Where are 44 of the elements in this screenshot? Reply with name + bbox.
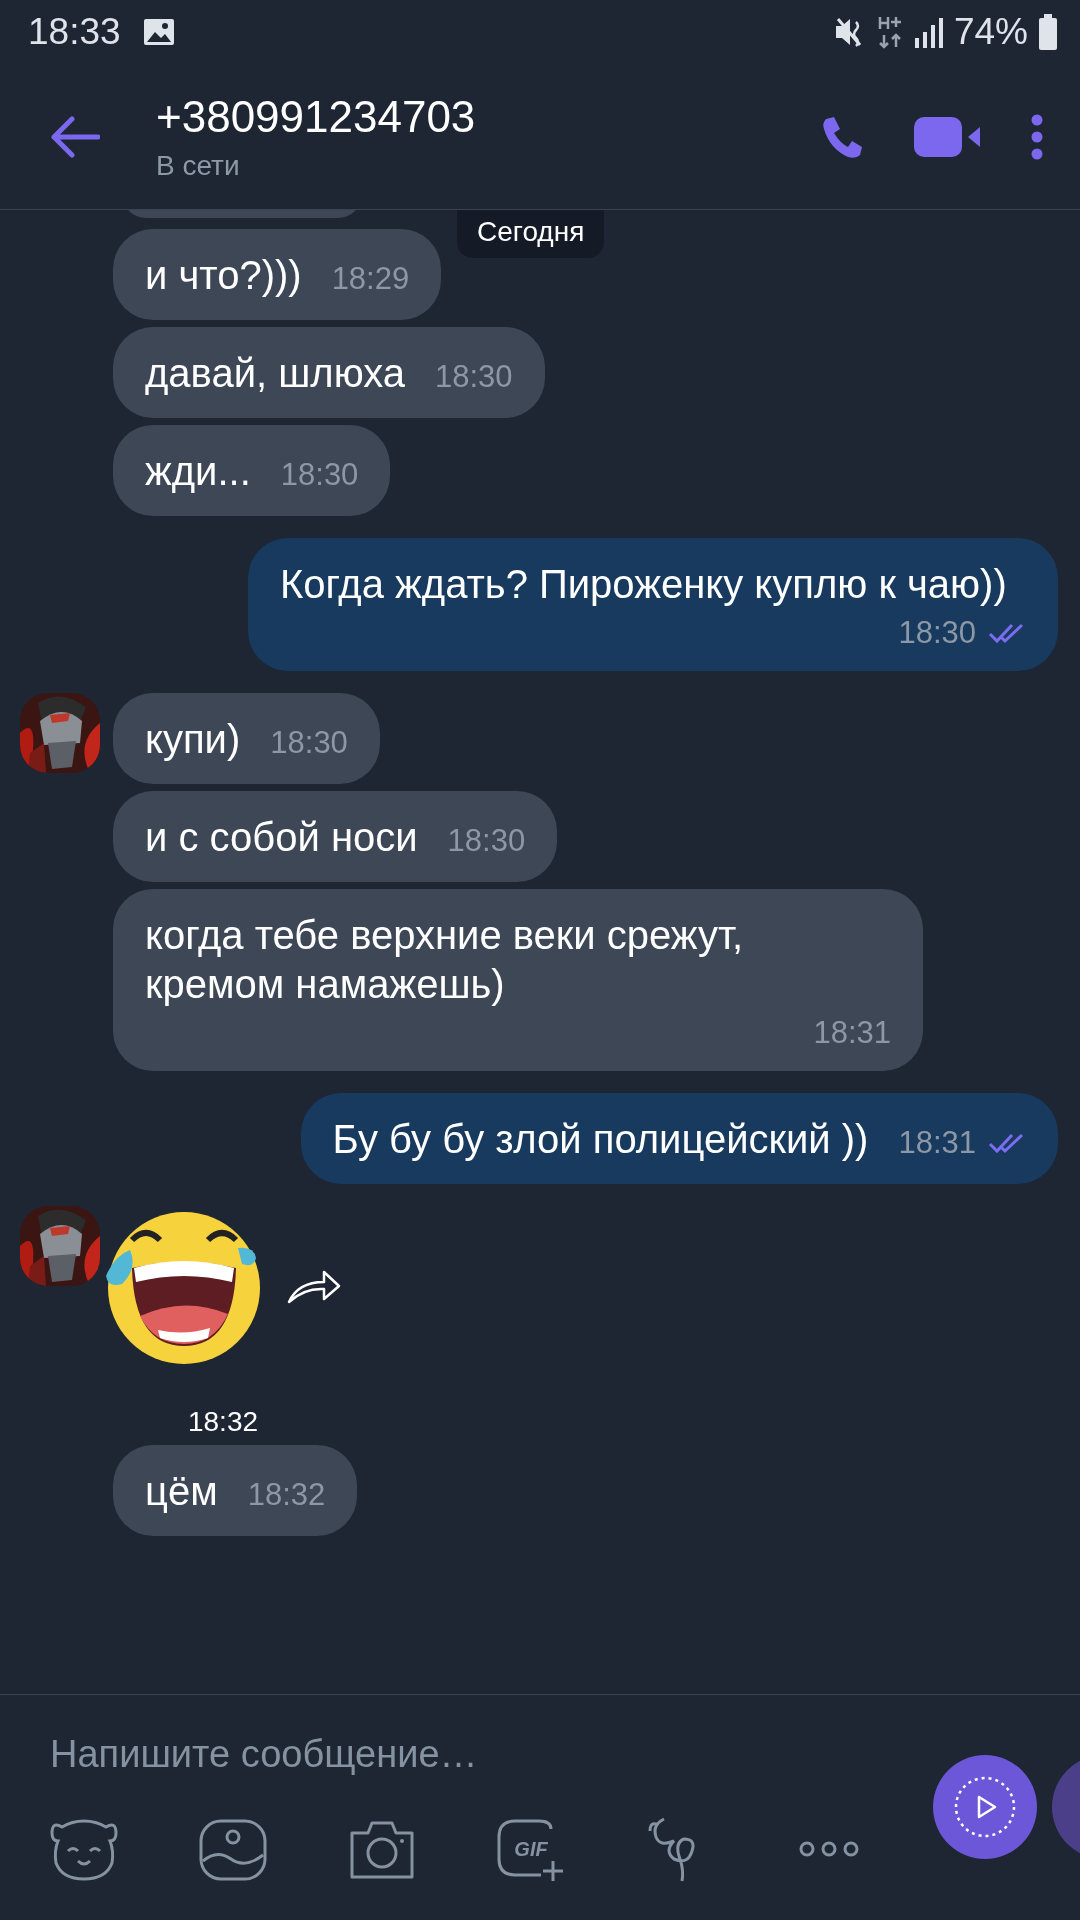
message-bubble[interactable]: цём 18:32: [113, 1445, 358, 1536]
date-badge: Сегодня: [457, 210, 605, 258]
message-time: 18:32: [247, 1477, 326, 1513]
battery-percent: 74%: [953, 11, 1028, 53]
message-bubble[interactable]: купи) 18:30: [113, 693, 380, 784]
message-text: Когда ждать? Пироженку куплю к чаю)): [280, 561, 1007, 608]
message-time: 18:30: [280, 457, 359, 493]
message-text: давай, шлюха: [145, 350, 405, 397]
message-bubble[interactable]: и с собой носи 18:30: [113, 791, 558, 882]
message-text: когда тебе верхние веки срежут, кремом намажешь): [145, 912, 745, 1008]
message-bubble[interactable]: жди... 18:30: [113, 425, 391, 516]
message-input-field[interactable]: Напишите сообщение…: [50, 1733, 850, 1776]
message-bubble[interactable]: и что?))) 18:29: [113, 229, 442, 320]
contact-phone-number: +380991234703: [156, 91, 477, 142]
message-time: 18:31: [813, 1015, 891, 1051]
online-status: В сети: [156, 149, 241, 182]
phone-icon[interactable]: [820, 114, 864, 159]
message-time: 18:30: [270, 725, 348, 761]
play-icon: [953, 1775, 1017, 1839]
message-text: и с собой носи: [145, 814, 418, 861]
message-time: 18:29: [331, 261, 410, 297]
message-text: жди...: [145, 448, 251, 495]
network-type-icon: [877, 15, 904, 49]
message-text: и что?))): [145, 252, 302, 299]
message-bubble[interactable]: Когда ждать? Пироженку куплю к чаю)) 18:30: [248, 538, 1058, 671]
battery-icon: [1038, 14, 1058, 50]
message-text: Бу бу бу злой полицейский )): [332, 1116, 869, 1163]
more-options-icon[interactable]: [1030, 113, 1044, 160]
message-time: 18:31: [898, 1125, 1026, 1161]
message-text: купи): [145, 716, 241, 763]
message-bubble[interactable]: давай, шлюха 18:30: [113, 327, 545, 418]
video-camera-icon[interactable]: [914, 114, 980, 159]
image-icon: [142, 18, 175, 46]
message-time: 18:30: [435, 359, 513, 395]
clock-time: 18:33: [28, 11, 121, 53]
message-text: цём: [145, 1468, 218, 1515]
back-arrow-icon[interactable]: [50, 114, 100, 159]
message-time: 18:32: [187, 1406, 259, 1438]
signal-icon: [913, 16, 944, 48]
message-bubble[interactable]: Бу бу бу злой полицейский )) 18:31: [300, 1093, 1058, 1184]
message-bubble[interactable]: когда тебе верхние веки срежут, кремом намажешь) 18:31: [113, 889, 923, 1071]
gif-button[interactable]: GIF: [495, 1815, 567, 1883]
message-time: 18:30: [447, 823, 526, 859]
message-time: 18:30: [898, 615, 1026, 651]
